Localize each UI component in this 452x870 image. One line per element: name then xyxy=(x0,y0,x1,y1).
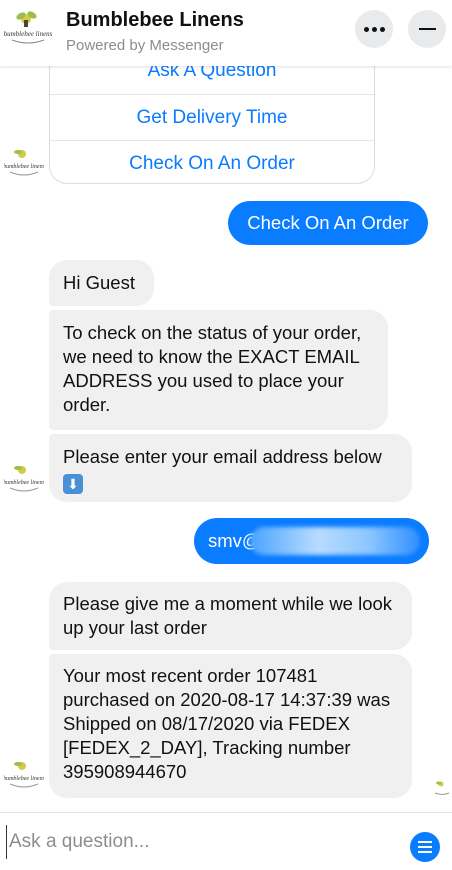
more-icon xyxy=(363,26,385,32)
more-options-button[interactable] xyxy=(355,10,393,48)
bot-message: Please give me a moment while we look up… xyxy=(49,582,412,650)
chat-header: bumblebee linens Bumblebee Linens Powere… xyxy=(0,0,452,66)
user-message: smv@ xyxy=(194,518,429,564)
bot-message: Your most recent order 107481 purchased … xyxy=(49,654,412,798)
menu-button[interactable] xyxy=(410,832,440,862)
bot-avatar: bumblebee linens xyxy=(4,762,44,788)
bumblebee-logo: bumblebee linens xyxy=(4,11,52,44)
bot-avatar: bumblebee linens xyxy=(4,466,44,492)
bot-avatar: bumblebee linens xyxy=(4,150,44,176)
redacted-email-blur xyxy=(250,527,420,555)
down-arrow-emoji: ⬇ xyxy=(63,474,83,494)
quick-reply-check-order[interactable]: Check On An Order xyxy=(50,140,374,183)
powered-by: Powered by Messenger xyxy=(66,37,224,54)
minimize-button[interactable] xyxy=(408,10,446,48)
bot-message: Hi Guest xyxy=(49,260,154,306)
svg-text:bumblebee linens: bumblebee linens xyxy=(4,30,52,38)
composer xyxy=(0,812,452,870)
quick-reply-delivery-time[interactable]: Get Delivery Time xyxy=(50,94,374,140)
read-receipt-avatar xyxy=(434,781,450,795)
minimize-icon xyxy=(418,28,436,30)
svg-text:bumblebee linens: bumblebee linens xyxy=(4,480,44,486)
svg-text:bumblebee linens: bumblebee linens xyxy=(4,164,44,170)
page-title: Bumblebee Linens xyxy=(66,9,244,31)
bot-message: Please enter your email address below ⬇ xyxy=(49,434,412,502)
user-message: Check On An Order xyxy=(228,201,428,245)
svg-text:bumblebee linens: bumblebee linens xyxy=(4,776,44,782)
bot-message-text: Please enter your email address below xyxy=(63,446,382,467)
menu-icon xyxy=(418,841,432,843)
message-input[interactable] xyxy=(6,825,386,859)
bot-message: To check on the status of your order, we… xyxy=(49,310,388,430)
